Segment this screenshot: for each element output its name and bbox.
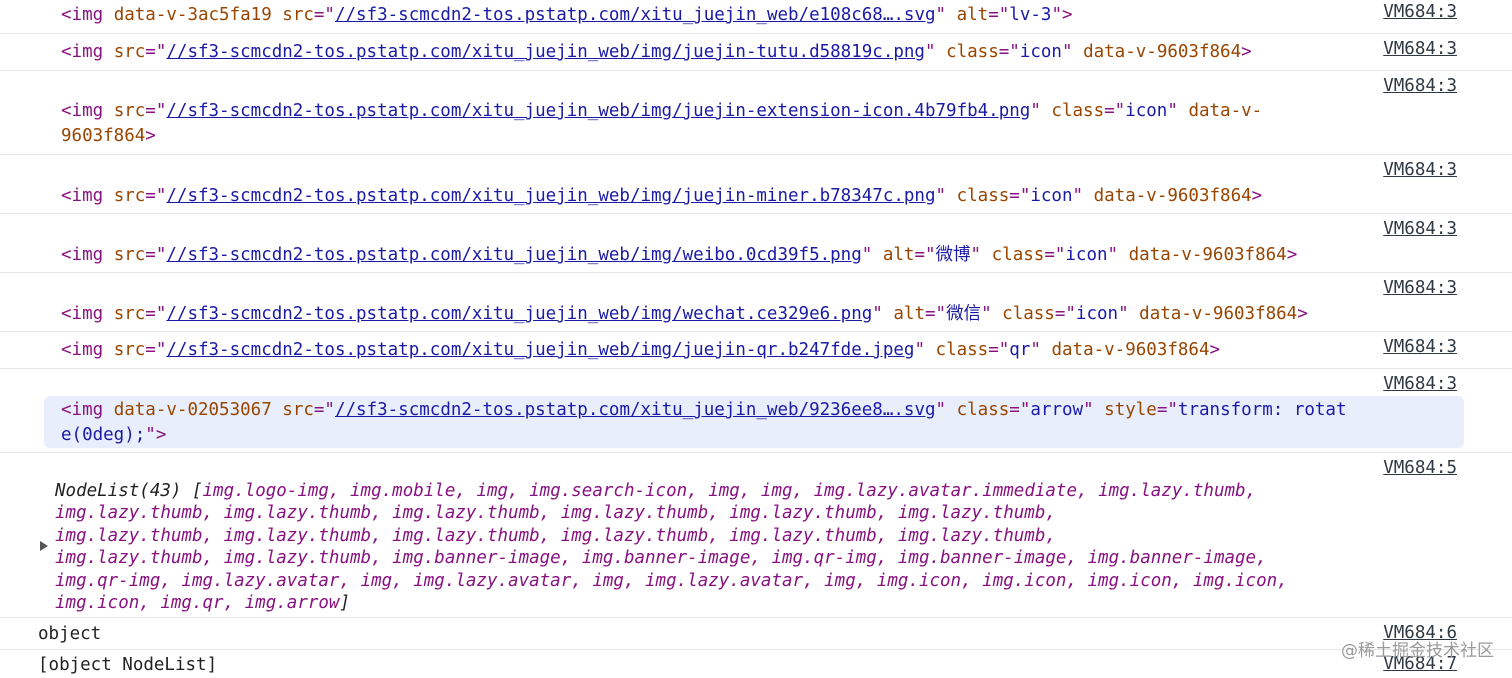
- attr-value: 微博: [935, 245, 971, 265]
- attr-value: e(0deg);: [61, 425, 146, 445]
- url-link[interactable]: //sf3-scmcdn2-tos.pstatp.com/xitu_juejin…: [166, 245, 861, 265]
- nodelist-line: img.icon, img.qr, img.arrow]: [55, 593, 351, 613]
- console-panel: VM684:3 <img data-v-3ac5fa19 src="//sf3-…: [0, 0, 1512, 678]
- url-link[interactable]: //sf3-scmcdn2-tos.pstatp.com/xitu_juejin…: [166, 340, 914, 360]
- watermark: @稀土掘金技术社区: [1341, 641, 1494, 661]
- console-row: VM684:3 <img src="//sf3-scmcdn2-tos.psta…: [0, 33, 1512, 70]
- attr-value: icon: [1125, 101, 1168, 121]
- expand-triangle-icon[interactable]: [40, 541, 48, 551]
- nodelist-items: img.lazy.thumb, img.lazy.thumb, img.lazy…: [55, 503, 1056, 523]
- element-line[interactable]: <img data-v-02053067 src="//sf3-scmcdn2-…: [61, 398, 1347, 423]
- log-text: object: [38, 624, 102, 644]
- element-line[interactable]: <img src="//sf3-scmcdn2-tos.pstatp.com/x…: [61, 184, 1262, 209]
- attr-value: lv-3: [1009, 5, 1052, 25]
- nodelist-items: img.qr-img, img.lazy.avatar, img, img.la…: [55, 571, 1288, 591]
- url-link[interactable]: //sf3-scmcdn2-tos.pstatp.com/xitu_juejin…: [335, 5, 936, 25]
- attr-value: icon: [1030, 186, 1073, 206]
- nodelist-items: img.lazy.thumb, img.lazy.thumb, img.bann…: [55, 548, 1267, 568]
- attr-name: data-v-02053067: [113, 400, 272, 420]
- url-link[interactable]: //sf3-scmcdn2-tos.pstatp.com/xitu_juejin…: [335, 400, 936, 420]
- source-link[interactable]: VM684:3: [1383, 76, 1457, 96]
- console-row: VM684:3 <img src="//sf3-scmcdn2-tos.psta…: [0, 154, 1512, 213]
- console-row-nodelist: VM684:5 NodeList(43) [img.logo-img, img.…: [0, 452, 1512, 617]
- source-link[interactable]: VM684:3: [1383, 2, 1457, 22]
- source-link[interactable]: VM684:3: [1383, 278, 1457, 298]
- console-row: VM684:7 [object NodeList]: [0, 649, 1512, 678]
- element-line[interactable]: <img data-v-3ac5fa19 src="//sf3-scmcdn2-…: [61, 3, 1073, 28]
- element-line[interactable]: <img src="//sf3-scmcdn2-tos.pstatp.com/x…: [61, 99, 1262, 124]
- attr-value: icon: [1075, 304, 1119, 324]
- console-row: VM684:3 <img src="//sf3-scmcdn2-tos.psta…: [0, 272, 1512, 331]
- console-row: VM684:6 object: [0, 617, 1512, 649]
- source-link[interactable]: VM684:3: [1383, 160, 1457, 180]
- attr-name: data-v-: [1188, 101, 1263, 121]
- url-link[interactable]: //sf3-scmcdn2-tos.pstatp.com/xitu_juejin…: [166, 304, 872, 324]
- console-row: VM684:3 <img src="//sf3-scmcdn2-tos.psta…: [0, 70, 1512, 154]
- url-link[interactable]: //sf3-scmcdn2-tos.pstatp.com/xitu_juejin…: [166, 101, 1030, 121]
- attr-name: 9603f864: [61, 126, 146, 146]
- nodelist-line: img.lazy.thumb, img.lazy.thumb, img.bann…: [55, 546, 1267, 571]
- attr-name: data-v-9603f864: [1139, 304, 1298, 324]
- element-line[interactable]: <img src="//sf3-scmcdn2-tos.pstatp.com/x…: [61, 243, 1297, 268]
- attr-value: transform: rotat: [1177, 400, 1347, 420]
- url-link[interactable]: //sf3-scmcdn2-tos.pstatp.com/xitu_juejin…: [166, 42, 925, 62]
- source-link[interactable]: VM684:3: [1383, 39, 1457, 59]
- console-row-selected: VM684:3 <img data-v-02053067 src="//sf3-…: [0, 368, 1512, 452]
- console-row: VM684:3 <img data-v-3ac5fa19 src="//sf3-…: [0, 0, 1512, 33]
- element-line[interactable]: <img src="//sf3-scmcdn2-tos.pstatp.com/x…: [61, 40, 1252, 65]
- element-line-wrap: 9603f864>: [61, 126, 156, 146]
- source-link[interactable]: VM684:3: [1383, 219, 1457, 239]
- source-link[interactable]: VM684:3: [1383, 337, 1457, 357]
- nodelist-label: NodeList(43): [55, 481, 182, 501]
- console-row: VM684:3 <img src="//sf3-scmcdn2-tos.psta…: [0, 331, 1512, 368]
- attr-name: data-v-9603f864: [1083, 42, 1242, 62]
- attr-value: qr: [1009, 340, 1031, 360]
- nodelist-line: img.lazy.thumb, img.lazy.thumb, img.lazy…: [55, 501, 1056, 526]
- element-line[interactable]: <img src="//sf3-scmcdn2-tos.pstatp.com/x…: [61, 302, 1308, 327]
- nodelist-items: img.lazy.thumb, img.lazy.thumb, img.lazy…: [55, 526, 1056, 546]
- element-line-wrap: e(0deg);">: [61, 425, 167, 445]
- source-link[interactable]: VM684:5: [1383, 458, 1457, 478]
- attr-name: data-v-3ac5fa19: [113, 5, 272, 25]
- attr-value: icon: [1019, 42, 1062, 62]
- attr-name: data-v-9603f864: [1093, 186, 1252, 206]
- attr-value: 微信: [946, 304, 982, 324]
- element-line[interactable]: <img src="//sf3-scmcdn2-tos.pstatp.com/x…: [61, 338, 1220, 363]
- attr-value: arrow: [1030, 400, 1084, 420]
- nodelist-items: img.logo-img, img.mobile, img, img.searc…: [202, 481, 1257, 501]
- url-link[interactable]: //sf3-scmcdn2-tos.pstatp.com/xitu_juejin…: [166, 186, 935, 206]
- attr-name: data-v-9603f864: [1051, 340, 1210, 360]
- log-text: [object NodeList]: [38, 655, 218, 675]
- nodelist-items: img.icon, img.qr, img.arrow: [55, 593, 340, 613]
- attr-value: icon: [1065, 245, 1108, 265]
- console-row: VM684:3 <img src="//sf3-scmcdn2-tos.psta…: [0, 213, 1512, 272]
- attr-name: data-v-9603f864: [1128, 245, 1287, 265]
- source-link[interactable]: VM684:3: [1383, 374, 1457, 394]
